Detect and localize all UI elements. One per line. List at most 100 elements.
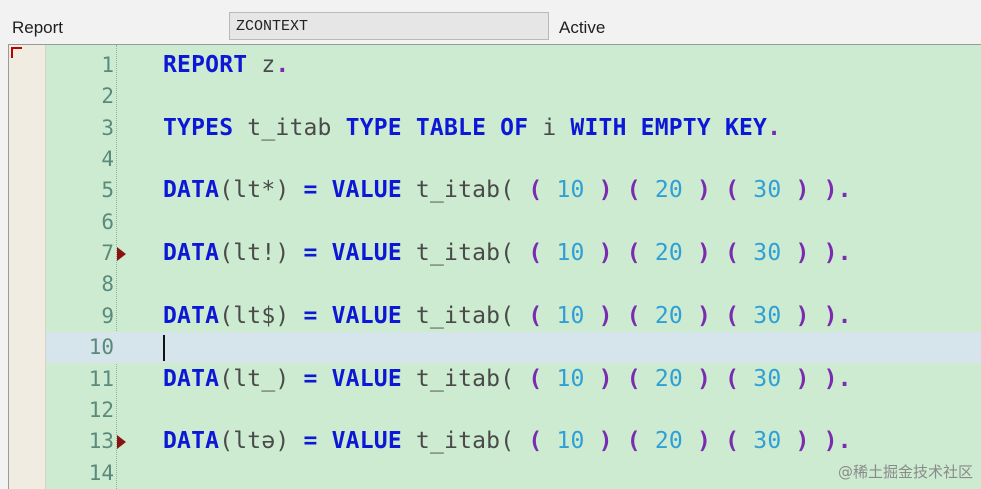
code-token: ( bbox=[528, 240, 543, 267]
code-token: VALUE bbox=[331, 302, 402, 329]
code-token: ( bbox=[626, 428, 641, 455]
code-token: ( bbox=[725, 177, 740, 204]
code-token: DATA bbox=[163, 428, 220, 455]
code-token: i bbox=[528, 114, 571, 141]
code-token: 20 bbox=[654, 177, 683, 204]
line-number: 10 bbox=[88, 335, 114, 360]
code-line[interactable]: 10 bbox=[46, 332, 981, 364]
line-number: 13 bbox=[88, 429, 114, 454]
code-line[interactable]: 2 bbox=[46, 81, 981, 112]
code-token: ) bbox=[598, 302, 613, 329]
code-text: REPORT z. bbox=[163, 52, 289, 78]
code-text: DATA(lt_) = VALUE t_itab( ( 10 ) ( 20 ) … bbox=[163, 366, 852, 392]
marker-column[interactable] bbox=[9, 45, 46, 489]
corner-marker-icon bbox=[11, 47, 22, 58]
line-number: 5 bbox=[101, 178, 114, 203]
code-line[interactable]: 4 bbox=[46, 144, 981, 175]
code-token: ). bbox=[823, 428, 852, 455]
code-line[interactable]: 8 bbox=[46, 269, 981, 300]
code-token: ) bbox=[598, 240, 613, 267]
code-token: ) bbox=[697, 177, 712, 204]
code-line[interactable]: 7 DATA(lt!) = VALUE t_itab( ( 10 ) ( 20 )… bbox=[46, 238, 981, 269]
code-line[interactable]: 9 DATA(lt$) = VALUE t_itab( ( 10 ) ( 20 )… bbox=[46, 301, 981, 332]
line-number: 7 bbox=[101, 241, 114, 266]
code-token: ( bbox=[528, 177, 543, 204]
code-token: ( bbox=[725, 428, 740, 455]
code-token: ). bbox=[823, 240, 852, 267]
code-token: 30 bbox=[753, 177, 782, 204]
code-token: ( bbox=[528, 428, 543, 455]
code-line[interactable]: 6 bbox=[46, 207, 981, 238]
code-token: ) bbox=[598, 428, 613, 455]
line-number: 11 bbox=[88, 366, 114, 391]
code-token: (lt$) bbox=[219, 302, 304, 329]
code-line[interactable]: 13 DATA(ltə) = VALUE t_itab( ( 10 ) ( 20 … bbox=[46, 426, 981, 457]
code-token: 20 bbox=[654, 365, 683, 392]
code-token: DATA bbox=[163, 302, 220, 329]
line-number: 3 bbox=[101, 115, 114, 140]
code-token: 10 bbox=[556, 302, 585, 329]
code-line[interactable]: 11 DATA(lt_) = VALUE t_itab( ( 10 ) ( 20 … bbox=[46, 364, 981, 395]
code-token: ). bbox=[823, 302, 852, 329]
code-token: ( bbox=[626, 302, 641, 329]
code-token: VALUE bbox=[331, 240, 402, 267]
code-token: ( bbox=[626, 177, 641, 204]
program-name-value: ZCONTEXT bbox=[236, 18, 309, 35]
code-line[interactable]: 3 TYPES t_itab TYPE TABLE OF i WITH EMPTY… bbox=[46, 113, 981, 144]
line-number: 9 bbox=[101, 303, 114, 328]
code-token: = bbox=[303, 365, 318, 392]
code-token: ) bbox=[697, 365, 712, 392]
code-token: 10 bbox=[556, 240, 585, 267]
program-name-field[interactable]: ZCONTEXT bbox=[229, 12, 549, 40]
code-token: = bbox=[303, 240, 318, 267]
code-token: TYPE TABLE OF bbox=[345, 114, 529, 141]
text-cursor bbox=[163, 335, 165, 362]
code-token: = bbox=[303, 177, 318, 204]
code-token: REPORT bbox=[163, 52, 248, 78]
code-token: TYPES bbox=[163, 114, 234, 141]
code-token: . bbox=[275, 52, 290, 78]
code-editor[interactable]: 1 REPORT z. 2 3 TYPES t_itab TYPE TABLE OF i… bbox=[8, 44, 981, 489]
code-token: ( bbox=[725, 302, 740, 329]
code-token: ( bbox=[626, 365, 641, 392]
object-type-label: Report bbox=[12, 18, 64, 37]
code-token: ) bbox=[795, 428, 810, 455]
code-token: VALUE bbox=[331, 428, 402, 455]
code-line[interactable]: 1 REPORT z. bbox=[46, 50, 981, 81]
line-number: 2 bbox=[101, 84, 114, 109]
code-token: t_itab bbox=[233, 114, 346, 141]
breakpoint-arrow-icon[interactable] bbox=[117, 247, 126, 262]
code-line[interactable]: 5 DATA(lt*) = VALUE t_itab( ( 10 ) ( 20 )… bbox=[46, 175, 981, 206]
line-number: 1 bbox=[101, 53, 114, 77]
code-text: TYPES t_itab TYPE TABLE OF i WITH EMPTY … bbox=[163, 115, 781, 141]
code-line[interactable]: 12 bbox=[46, 395, 981, 426]
breakpoint-arrow-icon[interactable] bbox=[117, 435, 126, 450]
code-token: t_itab( bbox=[401, 177, 529, 204]
code-token: = bbox=[303, 428, 318, 455]
line-number: 12 bbox=[88, 397, 114, 422]
